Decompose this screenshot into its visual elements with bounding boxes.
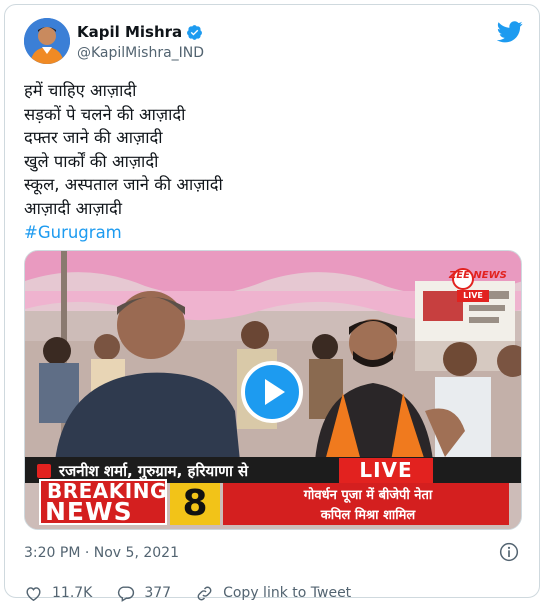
info-icon[interactable] [499,542,519,562]
news-label: NEWS [45,497,133,526]
tweet-line: दफ्तर जाने की आज़ादी [24,128,163,148]
author-name-row: Kapil Mishra [77,22,203,42]
live-badge: LIVE [339,458,433,483]
tweet-card: Kapil Mishra @KapilMishra_IND हमें चाहिए… [4,4,540,602]
headline-line: गोवर्धन पूजा में बीजेपी नेता [303,488,433,503]
author-handle[interactable]: @KapilMishra_IND [77,45,204,61]
author-name[interactable]: Kapil Mishra [77,23,182,41]
play-icon [264,379,285,405]
headline-line: कपिल मिश्रा शामिल [320,508,416,523]
live-dot-icon [37,464,51,478]
video-player[interactable]: ZEE NEWS LIVE रजनीश शर्मा, गुरुग्राम, हर… [24,250,522,530]
like-count: 11.7K [52,585,93,601]
hashtag-link[interactable]: #Gurugram [24,221,524,245]
tweet-text: हमें चाहिए आज़ादी सड़कों पे चलने की आज़ा… [24,79,524,244]
twitter-bird-icon[interactable] [497,21,523,43]
reporter-caption: रजनीश शर्मा, गुरुग्राम, हरियाणा से [59,462,249,480]
avatar[interactable] [24,18,70,64]
channel-number: 8 [170,483,220,525]
tweet-line: खुले पार्कों की आज़ादी [24,151,159,171]
reply-button[interactable]: 377 [116,584,171,603]
link-icon [197,586,212,600]
verified-badge-icon [187,24,203,40]
copy-link-label: Copy link to Tweet [223,585,352,601]
heart-icon [26,586,41,601]
tweet-line: सड़कों पे चलने की आज़ादी [24,104,186,124]
logo-live-badge: LIVE [457,290,489,302]
copy-link-button[interactable]: Copy link to Tweet [195,584,351,603]
tweet-actions: 11.7K 377 Copy link to Tweet [24,583,351,603]
tweet-timestamp[interactable]: 3:20 PM · Nov 5, 2021 [24,545,179,561]
reply-icon [118,585,135,602]
channel-logo-text: ZEE NEWS [449,270,507,281]
play-button[interactable] [241,361,303,423]
reply-count: 377 [144,585,172,601]
tweet-line: आज़ादी आज़ादी [24,198,123,218]
like-button[interactable]: 11.7K [24,584,92,603]
tweet-line: स्कूल, अस्पताल जाने की आज़ादी [24,175,223,195]
tweet-line: हमें चाहिए आज़ादी [24,81,137,100]
